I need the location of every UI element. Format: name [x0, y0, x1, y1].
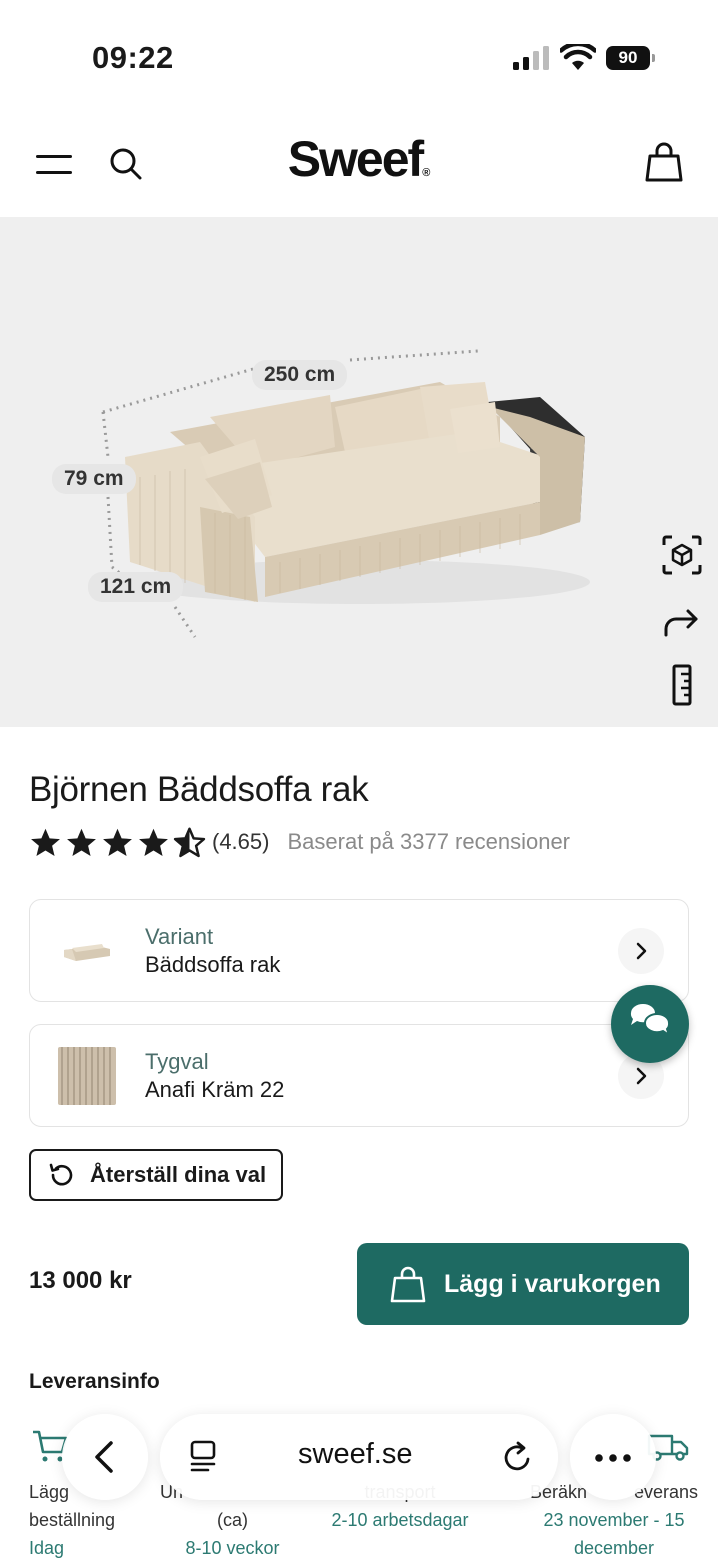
site-logo[interactable]: Sweef® [0, 130, 718, 188]
rating-row[interactable]: (4.65) Baserat på 3377 recensioner [29, 822, 570, 862]
chat-button[interactable] [611, 985, 689, 1063]
width-dimension-label: 250 cm [252, 360, 348, 390]
fabric-swatch [58, 1047, 116, 1105]
share-icon[interactable] [660, 599, 704, 643]
browser-back-button[interactable] [62, 1414, 148, 1500]
ruler-icon[interactable] [660, 663, 704, 707]
variant-label: Variant [145, 924, 214, 949]
product-price: 13 000 kr [29, 1267, 132, 1294]
star-icon [139, 828, 168, 856]
step-time: 8-10 veckor [185, 1538, 280, 1558]
ar-view-icon[interactable] [660, 533, 704, 577]
chat-bubbles-icon [630, 1004, 671, 1038]
reset-selections-button[interactable]: Återställ dina val [29, 1149, 283, 1201]
battery-tip [652, 54, 655, 62]
shopping-bag-icon [390, 1266, 426, 1303]
battery-level: 90 [606, 46, 650, 70]
tabs-icon [190, 1440, 216, 1472]
site-header: Sweef® [0, 110, 718, 217]
star-icon [67, 828, 96, 856]
cart-icon[interactable] [644, 140, 684, 184]
star-icon [31, 828, 60, 856]
logo-registered-mark: ® [422, 167, 431, 179]
step-time: 2-10 arbetsdagar [331, 1510, 469, 1530]
fabric-label: Tygval [145, 1049, 209, 1074]
product-title: Björnen Bäddsoffa rak [29, 770, 369, 809]
star-rating [29, 826, 206, 859]
star-icon [103, 828, 132, 856]
browser-url[interactable]: sweef.se [298, 1438, 412, 1471]
height-dimension-label: 79 cm [52, 464, 136, 494]
variant-value: Bäddsoffa rak [145, 952, 281, 977]
chevron-left-icon [95, 1441, 113, 1473]
delivery-heading: Leveransinfo [29, 1370, 160, 1393]
wifi-icon [560, 44, 596, 70]
step-time-line2: december [573, 1538, 655, 1558]
step-time-line1: 23 november - 15 [543, 1510, 685, 1530]
add-to-cart-label: Lägg i varukorgen [444, 1269, 661, 1298]
browser-toolbar: sweef.se [0, 1408, 718, 1508]
browser-more-button[interactable] [570, 1414, 656, 1500]
review-count-link[interactable]: Baserat på 3377 recensioner [287, 829, 570, 855]
status-time: 09:22 [92, 40, 174, 75]
half-star-icon [173, 827, 206, 857]
fabric-value: Anafi Kräm 22 [145, 1077, 285, 1102]
chevron-right-icon[interactable] [618, 928, 664, 974]
step-time: Idag [29, 1538, 65, 1558]
variant-selector[interactable]: Variant Bäddsoffa rak [29, 899, 689, 1002]
cellular-signal-icon [513, 46, 549, 70]
logo-text: Sweef [287, 131, 425, 187]
step-title-line2: beställning [29, 1510, 116, 1530]
depth-dimension-label: 121 cm [88, 572, 184, 602]
status-bar: 09:22 90 [0, 0, 718, 110]
rating-value: (4.65) [212, 829, 270, 854]
fabric-selector[interactable]: Tygval Anafi Kräm 22 [29, 1024, 689, 1127]
step-title-line2: (ca) [217, 1510, 248, 1530]
reload-icon[interactable] [498, 1437, 538, 1477]
variant-thumbnail [64, 944, 110, 961]
battery-indicator: 90 [606, 46, 656, 70]
add-to-cart-button[interactable]: Lägg i varukorgen [357, 1243, 689, 1325]
product-image-viewer[interactable]: 250 cm 79 cm 121 cm [0, 217, 718, 727]
reset-label: Återställ dina val [90, 1162, 267, 1187]
more-dots-icon [595, 1454, 631, 1462]
reset-icon [49, 1163, 73, 1186]
